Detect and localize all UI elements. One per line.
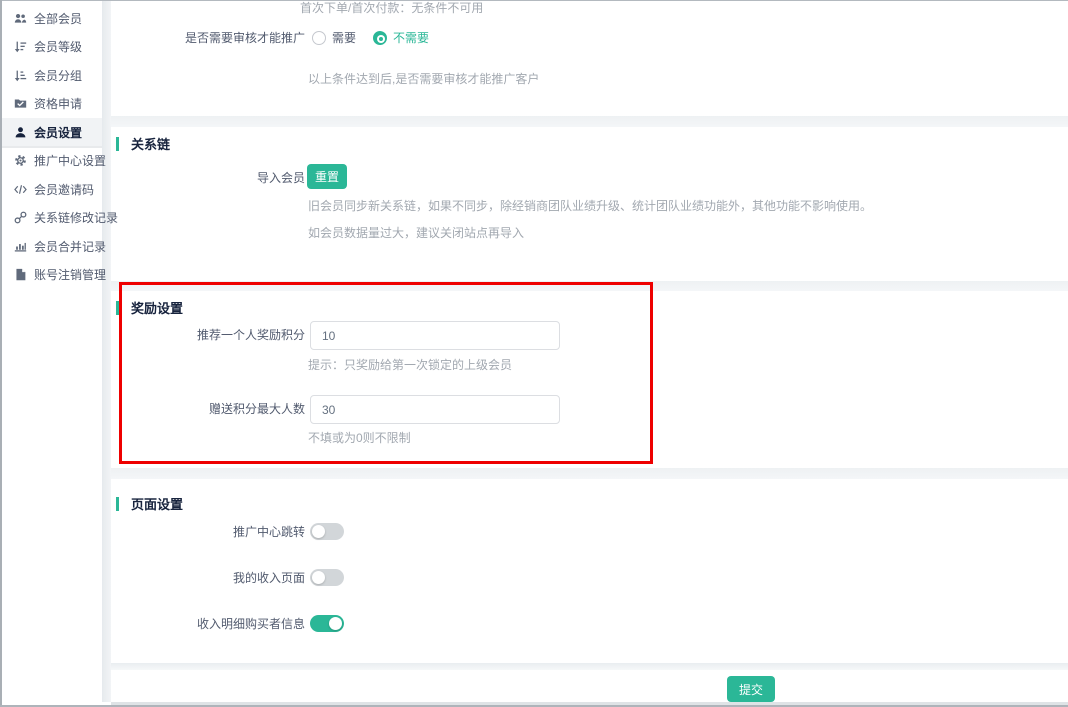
sidebar-item-label: 账号注销管理 (34, 266, 106, 283)
sidebar-content-divider (102, 1, 111, 702)
radio-icon (312, 31, 326, 45)
sidebar-item-label: 会员合并记录 (34, 238, 106, 255)
section-title-reward: 奖励设置 (116, 298, 183, 317)
sort-group-icon (13, 68, 27, 82)
toggle-row: 我的收入页面 (111, 569, 511, 587)
toggle-knob (312, 571, 325, 584)
link-icon (13, 211, 27, 225)
sidebar-item-label: 会员等级 (34, 38, 82, 55)
submit-button[interactable]: 提交 (727, 676, 775, 702)
radio-option-label: 需要 (332, 29, 356, 46)
sidebar-item-label: 资格申请 (34, 95, 82, 112)
sidebar-item[interactable]: 全部会员 (2, 4, 102, 33)
sidebar-item[interactable]: 推广中心设置 (2, 147, 102, 176)
section-divider (111, 468, 1068, 479)
window-border-top (0, 0, 1068, 1)
toggle-knob (329, 617, 342, 630)
sidebar: 全部会员 会员等级 会员分组 资格申请 会员设置 推广中心设置 会员邀请码 (2, 1, 102, 702)
code-icon (13, 182, 27, 196)
toggle-switch[interactable] (310, 523, 344, 540)
file-icon (13, 268, 27, 282)
audit-hint: 以上条件达到后,是否需要审核才能推广客户 (308, 72, 539, 86)
section-title-relation: 关系链 (116, 134, 170, 153)
first-order-hint: 首次下单/首次付款：无条件不可用 (300, 1, 483, 15)
reward-section: 奖励设置 推荐一个人奖励积分 提示：只奖励给第一次锁定的上级会员 赠送积分最大人… (111, 291, 1068, 468)
user-icon (13, 125, 27, 139)
page-section: 页面设置 推广中心跳转 我的收入页面 收入明细购买者信息 (111, 479, 1068, 663)
toggle-row: 推广中心跳转 (111, 523, 511, 541)
footer-divider (111, 663, 1068, 670)
folder-check-icon (13, 97, 27, 111)
reward-points-hint: 提示：只奖励给第一次锁定的上级会员 (308, 358, 512, 372)
toggle-label: 收入明细购买者信息 (111, 616, 305, 633)
sort-level-icon (13, 40, 27, 54)
title-accent-bar (116, 497, 119, 511)
main-content: 首次下单/首次付款：无条件不可用 是否需要审核才能推广 需要 不需要 以上条件达… (111, 0, 1068, 707)
max-people-input[interactable] (310, 395, 560, 424)
radio-icon (373, 31, 387, 45)
toggle-switch[interactable] (310, 569, 344, 586)
sidebar-item-label: 全部会员 (34, 10, 82, 27)
sidebar-item-label: 会员邀请码 (34, 181, 94, 198)
sidebar-item-label: 关系链修改记录 (34, 209, 118, 226)
sidebar-item-label: 推广中心设置 (34, 152, 106, 169)
max-people-label: 赠送积分最大人数 (111, 401, 305, 418)
audit-section: 首次下单/首次付款：无条件不可用 是否需要审核才能推广 需要 不需要 以上条件达… (111, 0, 1068, 116)
section-title-page: 页面设置 (116, 494, 183, 513)
max-people-hint: 不填或为0则不限制 (308, 431, 411, 445)
sidebar-item[interactable]: 会员设置 (2, 118, 102, 147)
sidebar-item[interactable]: 账号注销管理 (2, 261, 102, 290)
toggle-knob (312, 525, 325, 538)
footer-bar (111, 670, 1068, 702)
users-icon (13, 11, 27, 25)
relation-hint-1: 旧会员同步新关系链，如果不同步，除经销商团队业绩升级、统计团队业绩功能外，其他功… (308, 199, 872, 213)
relation-hint-2: 如会员数据量过大，建议关闭站点再导入 (308, 226, 524, 240)
sidebar-item-label: 会员设置 (34, 124, 82, 141)
toggle-switch[interactable] (310, 615, 344, 632)
title-accent-bar (116, 301, 119, 315)
import-members-label: 导入会员 (111, 170, 305, 187)
audit-label: 是否需要审核才能推广 (111, 30, 305, 47)
bar-chart-icon (13, 239, 27, 253)
sidebar-item[interactable]: 资格申请 (2, 90, 102, 119)
sidebar-item[interactable]: 会员合并记录 (2, 232, 102, 261)
radio-option-label: 不需要 (393, 29, 429, 46)
title-accent-bar (116, 137, 119, 151)
sidebar-item[interactable]: 会员邀请码 (2, 175, 102, 204)
gear-icon (13, 154, 27, 168)
sidebar-item[interactable]: 会员等级 (2, 33, 102, 62)
radio-option[interactable]: 需要 (312, 29, 356, 46)
sidebar-item[interactable]: 会员分组 (2, 61, 102, 90)
toggle-row: 收入明细购买者信息 (111, 615, 511, 633)
window-border-left (0, 0, 2, 707)
sidebar-item-label: 会员分组 (34, 67, 82, 84)
relation-section: 关系链 导入会员 重置 旧会员同步新关系链，如果不同步，除经销商团队业绩升级、统… (111, 127, 1068, 281)
radio-option[interactable]: 不需要 (373, 29, 429, 46)
sidebar-menu: 全部会员 会员等级 会员分组 资格申请 会员设置 推广中心设置 会员邀请码 (2, 1, 102, 289)
reward-points-input[interactable] (310, 321, 560, 350)
sidebar-item[interactable]: 关系链修改记录 (2, 204, 102, 233)
section-divider (111, 116, 1068, 127)
audit-radio-group: 需要 不需要 (312, 29, 446, 46)
reward-points-label: 推荐一个人奖励积分 (111, 327, 305, 344)
reset-button[interactable]: 重置 (307, 164, 347, 189)
toggle-label: 我的收入页面 (111, 570, 305, 587)
toggle-label: 推广中心跳转 (111, 524, 305, 541)
section-divider (111, 281, 1068, 291)
